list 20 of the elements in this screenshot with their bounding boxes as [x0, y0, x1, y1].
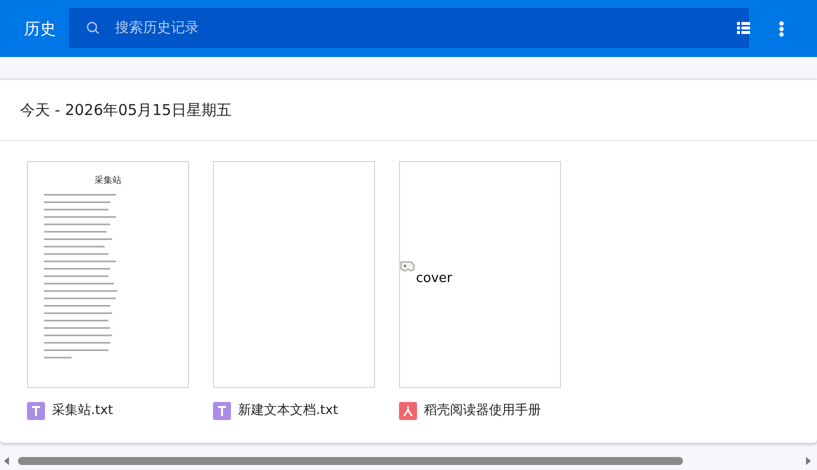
- more-icon[interactable]: [779, 21, 784, 37]
- file-name[interactable]: 稻壳阅读器使用手册: [424, 401, 541, 420]
- cover-thumbnail[interactable]: cover: [399, 161, 561, 388]
- document-thumbnail[interactable]: 采集站: [27, 161, 189, 388]
- file-name[interactable]: 新建文本文档.txt: [238, 401, 338, 420]
- date-heading: 今天 - 2026年05月15日星期五: [20, 100, 232, 121]
- list-view-icon[interactable]: [737, 22, 750, 34]
- text-file-icon: [213, 402, 231, 420]
- text-file-icon: [27, 402, 45, 420]
- thumbnail-title: 采集站: [94, 174, 122, 187]
- scroll-right-icon[interactable]: [805, 456, 811, 464]
- pdf-file-icon: [399, 402, 417, 420]
- scroll-left-icon[interactable]: [4, 456, 10, 464]
- search-icon: [86, 21, 100, 35]
- file-name[interactable]: 采集站.txt: [52, 401, 114, 420]
- scrollbar-thumb[interactable]: [18, 456, 683, 464]
- image-alt-text: cover: [416, 270, 452, 288]
- search-field[interactable]: 搜索历史记录: [69, 8, 749, 48]
- page-title: 历史: [24, 18, 56, 40]
- blank-thumbnail[interactable]: [213, 161, 375, 388]
